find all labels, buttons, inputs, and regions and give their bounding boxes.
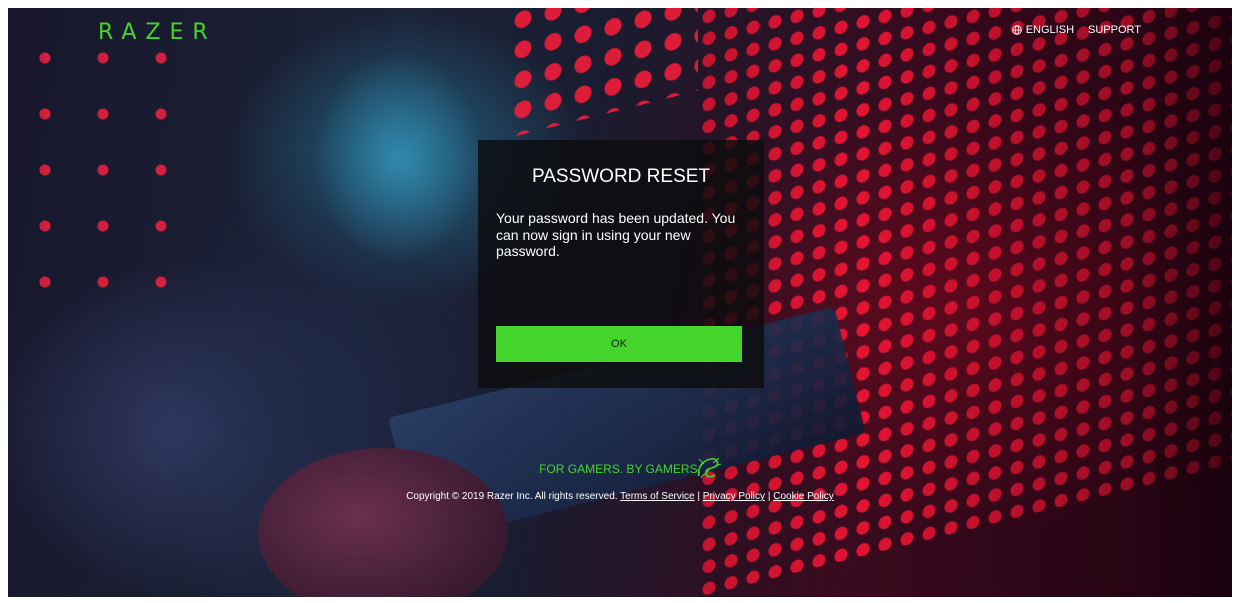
cookie-link[interactable]: Cookie Policy	[773, 491, 834, 502]
top-nav: ENGLISH SUPPORT	[1011, 24, 1141, 36]
support-link[interactable]: SUPPORT	[1088, 24, 1141, 36]
ok-button[interactable]: OK	[496, 326, 742, 362]
dialog-message: Your password has been updated. You can …	[496, 210, 736, 259]
footer-tagline: FOR GAMERS. BY GAMERS.	[539, 457, 722, 480]
tagline-text: FOR GAMERS. BY GAMERS.	[539, 462, 701, 476]
privacy-link[interactable]: Privacy Policy	[703, 491, 765, 502]
razer-logo[interactable]: RAZER	[98, 20, 217, 45]
copyright-text: Copyright © 2019 Razer Inc. All rights r…	[406, 491, 618, 502]
terms-link[interactable]: Terms of Service	[620, 491, 694, 502]
razer-snake-icon	[697, 457, 722, 479]
footer: FOR GAMERS. BY GAMERS. Copyright © 2019 …	[8, 457, 1232, 502]
language-label: ENGLISH	[1025, 24, 1075, 36]
language-selector[interactable]: ENGLISH	[1011, 24, 1075, 36]
password-reset-dialog: PASSWORD RESET Your password has been up…	[478, 140, 764, 388]
copyright-line: Copyright © 2019 Razer Inc. All rights r…	[8, 491, 1232, 502]
link-separator: |	[767, 491, 771, 502]
dialog-title: PASSWORD RESET	[531, 166, 711, 187]
page-background: RAZER ENGLISH SUPPORT PASSWORD RESET You…	[8, 8, 1232, 597]
background-shade	[698, 8, 1232, 597]
link-separator: |	[697, 491, 701, 502]
globe-icon	[1011, 25, 1022, 35]
